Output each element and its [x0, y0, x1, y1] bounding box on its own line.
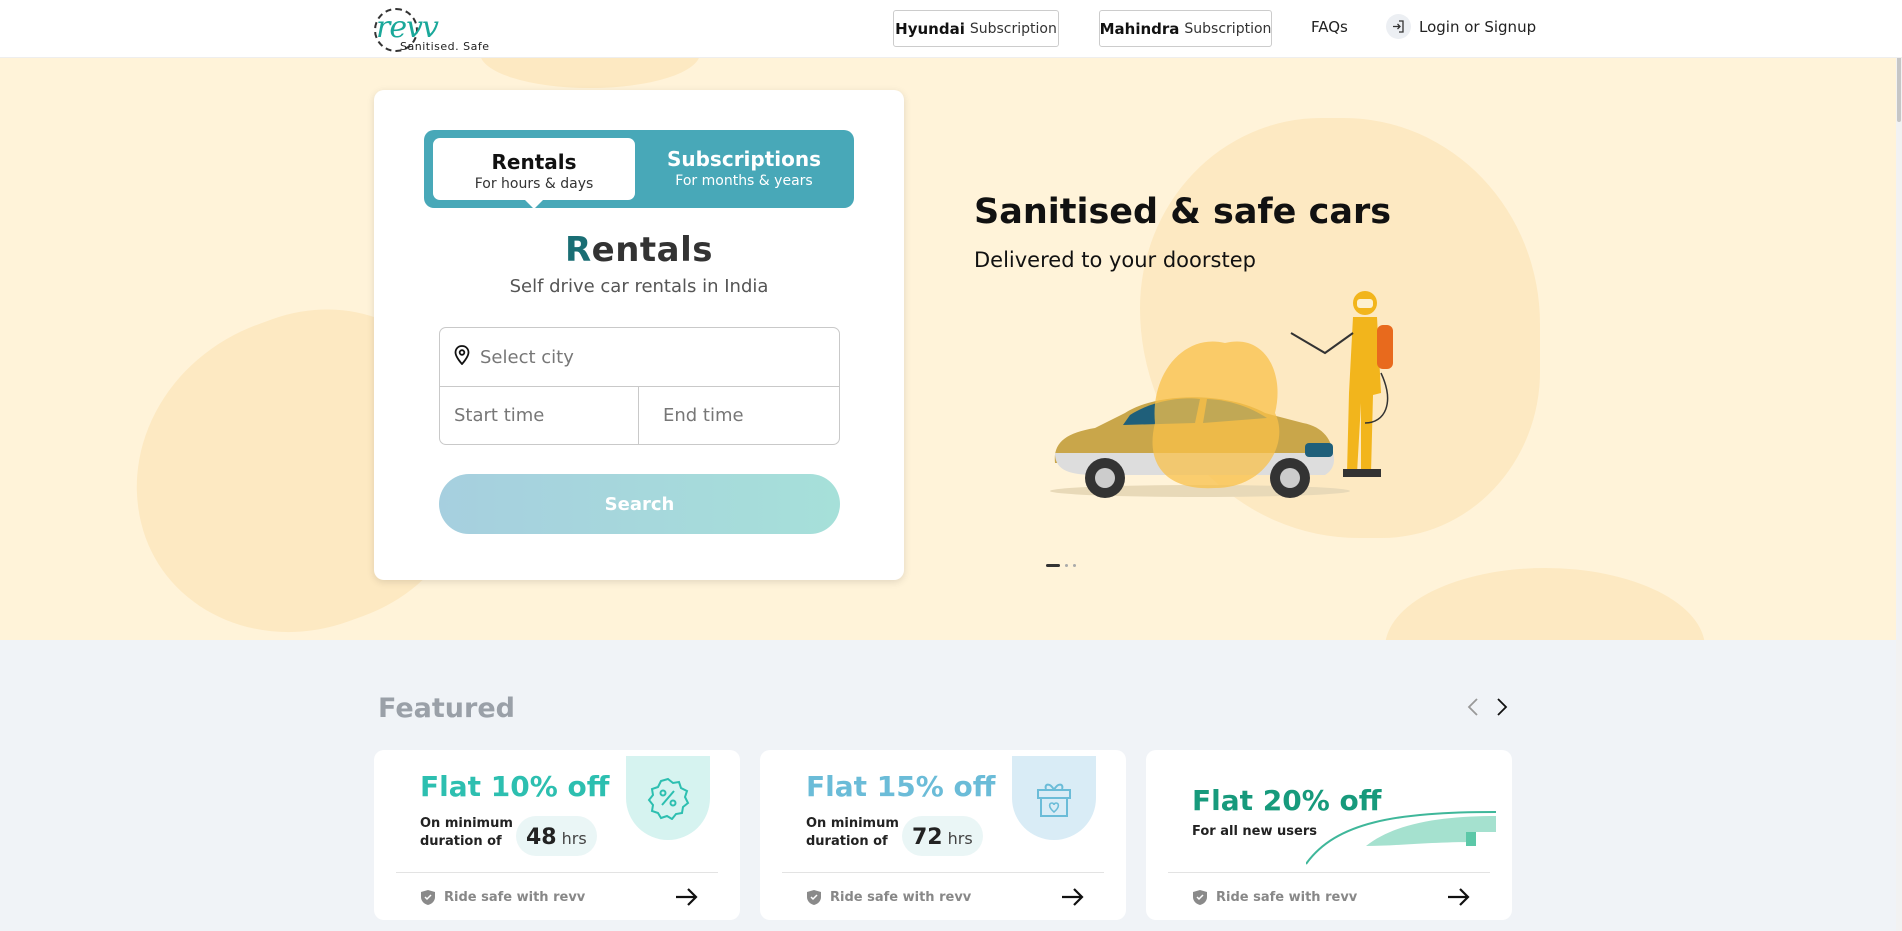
background-blob [480, 58, 700, 88]
offer-card-15-off[interactable]: Flat 15% off On minimum duration of 72 h… [760, 750, 1126, 920]
hero-section: Rentals For hours & days Subscriptions F… [0, 58, 1896, 640]
offer-divider [782, 872, 1104, 873]
offer-arrow-button[interactable] [1446, 884, 1472, 910]
page-scrollbar[interactable] [1896, 0, 1902, 931]
chevron-right-icon [1497, 698, 1508, 716]
rentals-heading-initial: R [564, 230, 592, 270]
offer-hours-unit: hrs [947, 829, 973, 848]
offer-footer-label: Ride safe with revv [1216, 890, 1358, 905]
shield-icon [1193, 890, 1207, 905]
hero-title: Sanitised & safe cars [974, 192, 1392, 232]
percent-badge-icon [647, 777, 690, 820]
revv-logo[interactable]: revv Sanitised. Safe [374, 8, 494, 54]
hyundai-subscription-label: Subscription [969, 20, 1057, 37]
offer-min-duration-label: On minimum duration of [806, 816, 899, 849]
shield-icon [807, 890, 821, 905]
offer-title: Flat 10% off [420, 770, 610, 803]
hyundai-subscription-button[interactable]: Hyundai Subscription [893, 10, 1059, 47]
carousel-dots [1046, 564, 1076, 567]
rentals-heading-rest: entals [591, 230, 714, 270]
tab-subscriptions-sublabel: For months & years [675, 173, 813, 189]
tab-subscriptions-label: Subscriptions [666, 147, 822, 171]
offer-badge [626, 756, 710, 840]
mahindra-subscription-button[interactable]: Mahindra Subscription [1099, 10, 1272, 47]
offer-duration-pill: 48 hrs [516, 816, 597, 856]
background-blob [1385, 568, 1705, 640]
arrow-right-icon [1448, 888, 1470, 906]
city-input[interactable] [480, 346, 800, 368]
carousel-dot-2[interactable] [1065, 564, 1068, 567]
offer-footer: Ride safe with revv [420, 889, 585, 906]
hero-subtitle: Delivered to your doorstep [974, 248, 1256, 272]
offer-arrow-button[interactable] [1060, 884, 1086, 910]
booking-card: Rentals For hours & days Subscriptions F… [374, 90, 904, 580]
offer-duration-pill: 72 hrs [902, 816, 983, 856]
faqs-link[interactable]: FAQs [1311, 18, 1348, 36]
tab-subscriptions[interactable]: Subscriptions For months & years [641, 138, 847, 200]
featured-next-button[interactable] [1491, 696, 1513, 718]
offer-hours: 72 [912, 825, 943, 850]
carousel-dot-3[interactable] [1073, 564, 1076, 567]
login-signup-button[interactable]: Login or Signup [1386, 14, 1536, 39]
mahindra-subscription-label: Subscription [1184, 20, 1272, 37]
offer-subtitle: For all new users [1192, 824, 1317, 839]
gift-icon [1037, 783, 1071, 817]
offer-divider [1168, 872, 1490, 873]
offer-card-10-off[interactable]: Flat 10% off On minimum duration of 48 h… [374, 750, 740, 920]
offer-hours-unit: hrs [561, 829, 587, 848]
offer-footer: Ride safe with revv [1192, 889, 1357, 906]
offer-badge [1012, 756, 1096, 840]
booking-tabs: Rentals For hours & days Subscriptions F… [424, 130, 854, 209]
sanitising-car-illustration [1050, 291, 1393, 498]
mahindra-brand-label: Mahindra [1099, 19, 1180, 38]
rentals-heading: Rentals [374, 230, 904, 270]
start-time-field[interactable] [440, 387, 639, 444]
offer-min-duration-label: On minimum duration of [420, 816, 513, 849]
end-time-field[interactable] [639, 387, 843, 444]
rental-search-form [439, 327, 843, 445]
offer-arrow-button[interactable] [674, 884, 700, 910]
login-icon [1386, 14, 1411, 39]
start-time-input[interactable] [454, 405, 634, 426]
arrow-right-icon [1062, 888, 1084, 906]
search-button[interactable]: Search [439, 474, 840, 534]
end-time-input[interactable] [663, 405, 843, 426]
rentals-subtitle: Self drive car rentals in India [509, 276, 769, 297]
login-label: Login or Signup [1419, 17, 1537, 36]
offer-footer-label: Ride safe with revv [444, 890, 586, 905]
featured-prev-button[interactable] [1462, 696, 1484, 718]
offer-footer-label: Ride safe with revv [830, 890, 972, 905]
offer-card-20-off[interactable]: Flat 20% off For all new users Ride safe… [1146, 750, 1512, 920]
arrow-right-icon [676, 888, 698, 906]
tab-rentals[interactable]: Rentals For hours & days [433, 138, 635, 209]
chevron-left-icon [1467, 698, 1478, 716]
offer-hours: 48 [526, 825, 557, 850]
city-select[interactable] [440, 328, 839, 387]
active-tab-notch [524, 199, 544, 209]
shield-icon [421, 890, 435, 905]
tab-rentals-label: Rentals [491, 150, 577, 174]
tab-rentals-sublabel: For hours & days [474, 176, 594, 192]
offer-divider [396, 872, 718, 873]
carousel-dot-1[interactable] [1046, 564, 1060, 567]
hyundai-brand-label: Hyundai [895, 19, 965, 38]
logo-tagline: Sanitised. Safe [400, 40, 490, 53]
top-header: revv Sanitised. Safe Hyundai Subscriptio… [0, 0, 1902, 58]
road-swoosh-icon [1306, 811, 1496, 865]
location-pin-icon [454, 345, 470, 369]
offer-title: Flat 15% off [806, 770, 996, 803]
featured-heading: Featured [378, 693, 515, 724]
offer-footer: Ride safe with revv [806, 889, 971, 906]
